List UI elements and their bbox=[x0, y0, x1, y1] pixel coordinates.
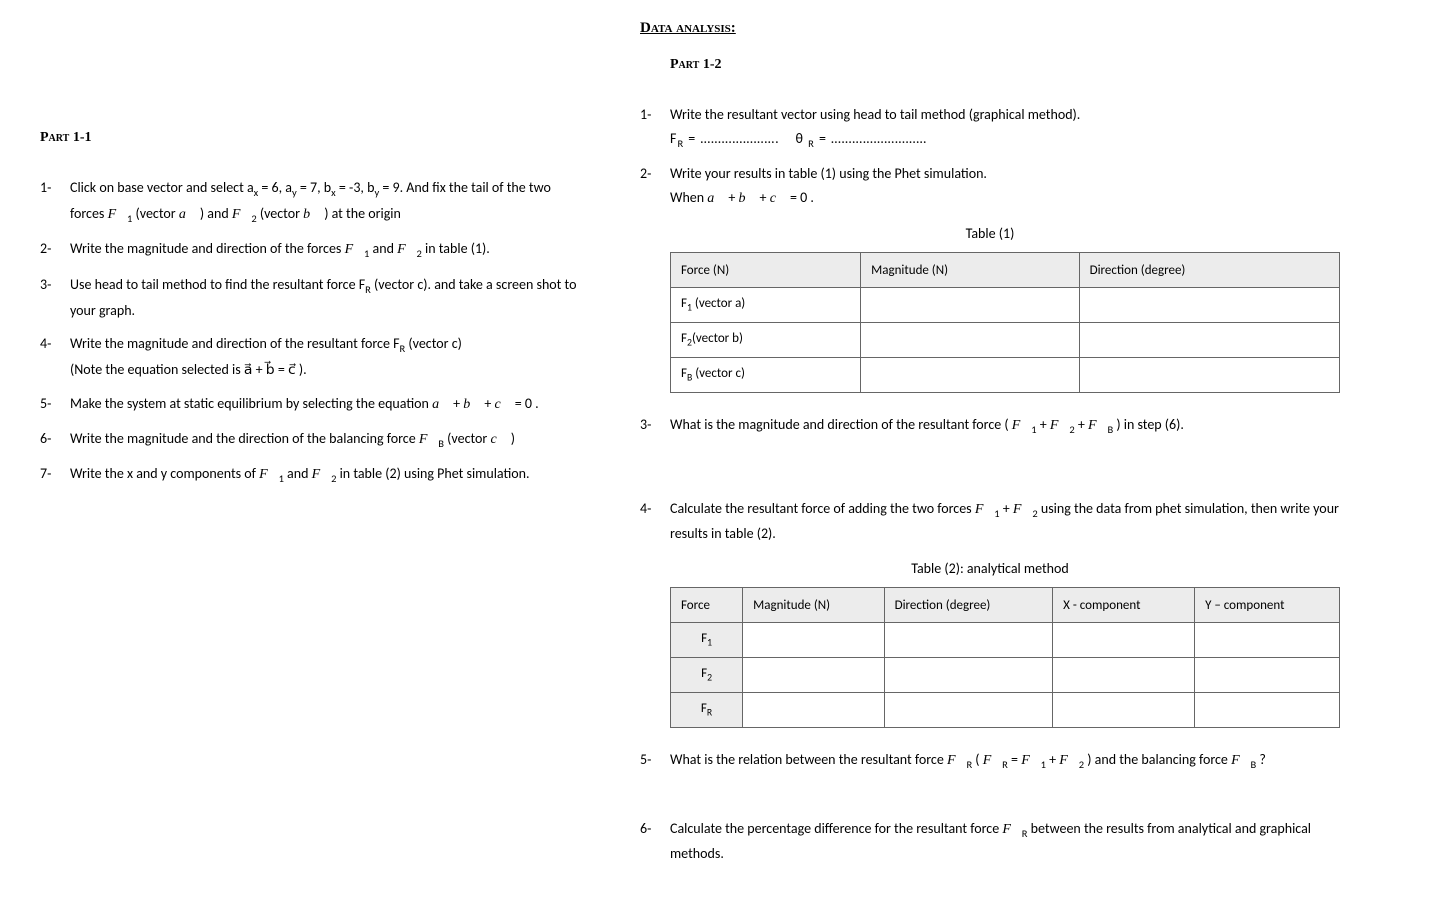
part-1-1-title: Part 1-1 bbox=[40, 130, 580, 146]
p12-q1-text: Write the resultant vector using head to… bbox=[670, 106, 1080, 123]
t1-r0: F1 (vector a) bbox=[671, 288, 861, 323]
t2-h2: Direction (degree) bbox=[884, 588, 1053, 623]
t2-h4: Y – component bbox=[1195, 588, 1340, 623]
table-1-header-row: Force (N) Magnitude (N) Direction (degre… bbox=[671, 253, 1340, 288]
fr-blank: FR = …………………. bbox=[670, 130, 780, 147]
p11-item-4-note: (Note the equation selected is a⃗ + b⃗ =… bbox=[70, 361, 307, 378]
p12-item-1: Write the resultant vector using head to… bbox=[640, 103, 1340, 152]
p11-item-3: Use head to tail method to find the resu… bbox=[40, 273, 580, 322]
t1-r1: F2(vector b) bbox=[671, 323, 861, 358]
p11-item-6: Write the magnitude and the direction of… bbox=[40, 427, 580, 453]
part-1-2-list: Write the resultant vector using head to… bbox=[640, 103, 1340, 211]
p12-item-5: What is the relation between the resulta… bbox=[640, 748, 1340, 774]
part-1-2-list-cont3: What is the relation between the resulta… bbox=[640, 748, 1340, 774]
t2-h1: Magnitude (N) bbox=[743, 588, 884, 623]
table-row: FR bbox=[671, 693, 1340, 728]
p12-item-3: What is the magnitude and direction of t… bbox=[640, 413, 1340, 439]
t1-h0: Force (N) bbox=[671, 253, 861, 288]
table-row: FB (vector c) bbox=[671, 358, 1340, 393]
table-2-header-row: Force Magnitude (N) Direction (degree) X… bbox=[671, 588, 1340, 623]
t1-h2: Direction (degree) bbox=[1079, 253, 1339, 288]
p12-q2-text: Write your results in table (1) using th… bbox=[670, 165, 987, 182]
part-1-1-list: Click on base vector and select ax = 6, … bbox=[40, 176, 580, 488]
table-2-caption: Table (2): analytical method bbox=[640, 560, 1340, 577]
table-row: F2(vector b) bbox=[671, 323, 1340, 358]
part-1-2-title: Part 1-2 bbox=[670, 57, 1340, 73]
part-1-2-list-cont: What is the magnitude and direction of t… bbox=[640, 413, 1340, 439]
p11-item-2: Write the magnitude and direction of the… bbox=[40, 237, 580, 263]
table-row: F2 bbox=[671, 658, 1340, 693]
t2-h3: X - component bbox=[1053, 588, 1195, 623]
theta-blank: θ R = ……………………… bbox=[795, 130, 927, 147]
document-page: Part 1-1 Click on base vector and select… bbox=[40, 20, 1397, 880]
p11-item-4: Write the magnitude and direction of the… bbox=[40, 332, 580, 381]
table-1: Force (N) Magnitude (N) Direction (degre… bbox=[670, 252, 1340, 393]
p11-item-7: Write the x and y components of F⃗1 and … bbox=[40, 462, 580, 488]
p12-item-2: Write your results in table (1) using th… bbox=[640, 162, 1340, 211]
table-row: F1 (vector a) bbox=[671, 288, 1340, 323]
p12-item-4: Calculate the resultant force of adding … bbox=[640, 497, 1340, 546]
table-1-caption: Table (1) bbox=[640, 225, 1340, 242]
t1-h1: Magnitude (N) bbox=[861, 253, 1079, 288]
part-1-2-list-cont4: Calculate the percentage difference for … bbox=[640, 817, 1340, 866]
table-row: F1 bbox=[671, 623, 1340, 658]
t2-r1: F2 bbox=[671, 658, 743, 693]
data-analysis-title: Data analysis: bbox=[640, 20, 1340, 37]
part-1-2-list-cont2: Calculate the resultant force of adding … bbox=[640, 497, 1340, 546]
p11-item-5: Make the system at static equilibrium by… bbox=[40, 392, 580, 417]
left-column: Part 1-1 Click on base vector and select… bbox=[40, 20, 580, 880]
right-column: Data analysis: Part 1-2 Write the result… bbox=[640, 20, 1340, 880]
t1-r2: FB (vector c) bbox=[671, 358, 861, 393]
table-2: Force Magnitude (N) Direction (degree) X… bbox=[670, 587, 1340, 728]
p11-item-1: Click on base vector and select ax = 6, … bbox=[40, 176, 580, 227]
p12-item-6: Calculate the percentage difference for … bbox=[640, 817, 1340, 866]
t2-h0: Force bbox=[671, 588, 743, 623]
t2-r2: FR bbox=[671, 693, 743, 728]
t2-r0: F1 bbox=[671, 623, 743, 658]
